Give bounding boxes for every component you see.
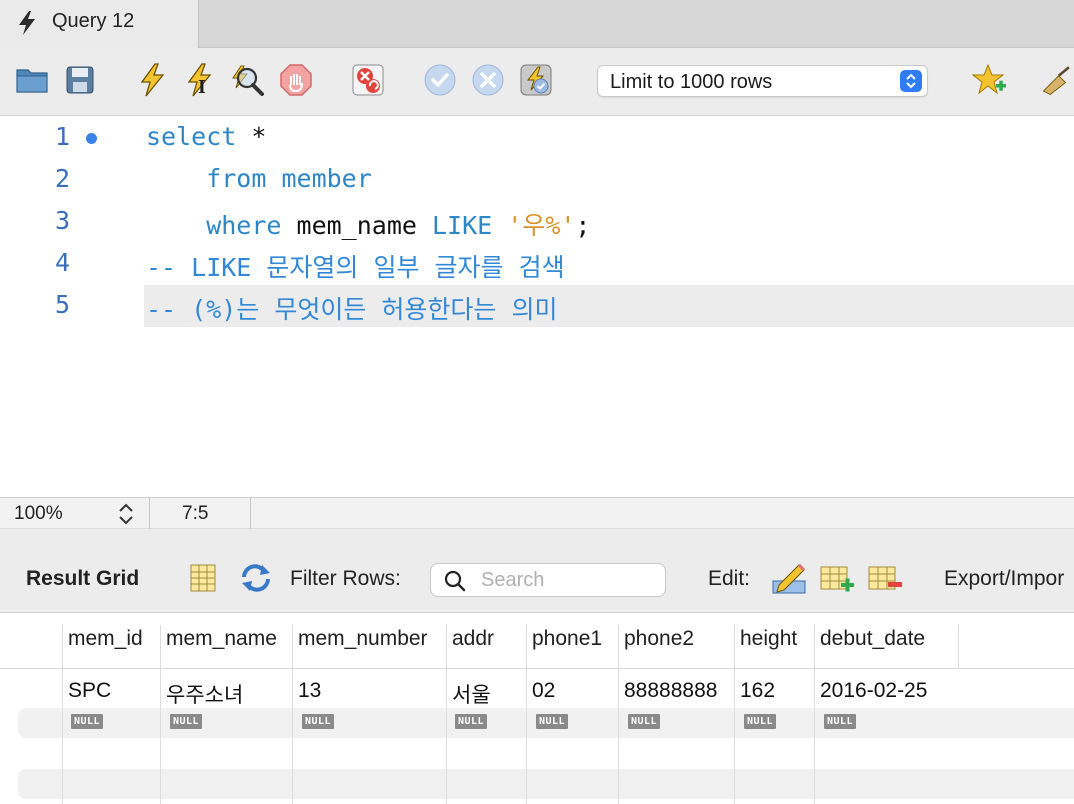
lightning-icon (16, 10, 38, 41)
code-line-1[interactable]: select * (146, 122, 266, 151)
code-line-3[interactable]: where mem_name LIKE '우%'; (146, 206, 590, 242)
keyword-token: select (146, 122, 237, 151)
column-header[interactable]: debut_date (820, 627, 925, 651)
column-divider (814, 625, 815, 804)
string-token: '우%' (507, 211, 576, 240)
bookmark-star-icon[interactable] (972, 62, 1008, 98)
column-header[interactable]: phone2 (624, 627, 694, 651)
zoom-level: 100% (14, 503, 63, 524)
table-cell[interactable]: 우주소녀 (166, 679, 243, 709)
column-header[interactable]: mem_id (68, 627, 143, 651)
null-badge[interactable]: NULL (536, 714, 569, 729)
execute-icon[interactable] (134, 62, 170, 98)
editor-status-bar: 100% 7:5 (0, 497, 1074, 529)
commit-icon[interactable] (422, 62, 458, 98)
line-number: 1 (54, 122, 70, 151)
column-divider (526, 625, 527, 804)
column-divider (618, 625, 619, 804)
edit-pencil-icon[interactable] (771, 563, 807, 600)
line-number: 4 (54, 248, 70, 277)
column-divider (160, 625, 161, 804)
column-divider (734, 625, 735, 804)
column-header[interactable]: addr (452, 627, 494, 651)
statement-marker-icon (86, 133, 97, 144)
column-header[interactable]: height (740, 627, 797, 651)
table-cell[interactable]: 162 (740, 679, 775, 703)
svg-text:I: I (198, 76, 206, 97)
null-badge[interactable]: NULL (71, 714, 104, 729)
code-line-2[interactable]: from member (146, 164, 372, 193)
edit-label: Edit: (708, 567, 751, 590)
code-token: mem_name (281, 211, 432, 240)
line-number: 3 (54, 206, 70, 235)
table-cell[interactable]: 88888888 (624, 679, 717, 703)
sql-toolbar: I Limit to 1000 rows (0, 48, 1074, 116)
cursor-position: 7:5 (182, 503, 209, 524)
rollback-icon[interactable] (470, 62, 506, 98)
export-import-label[interactable]: Export/Impor (944, 567, 1064, 591)
filter-rows-label: Filter Rows: (290, 567, 401, 590)
divider (250, 498, 251, 529)
column-divider (292, 625, 293, 804)
line-number: 5 (54, 290, 70, 319)
delete-row-icon[interactable] (867, 563, 903, 600)
result-grid[interactable]: mem_id mem_name mem_number addr phone1 p… (0, 613, 1074, 804)
stop-icon[interactable] (278, 62, 314, 98)
comment-token: -- LIKE 문자열의 일부 글자를 검색 (146, 253, 565, 282)
column-divider (958, 625, 959, 669)
save-icon[interactable] (62, 62, 98, 98)
column-divider (62, 625, 63, 804)
column-form-icon[interactable] (189, 563, 217, 598)
limit-rows-select[interactable]: Limit to 1000 rows (597, 65, 928, 97)
execute-current-icon[interactable]: I (181, 62, 217, 98)
divider (149, 498, 150, 529)
null-badge[interactable]: NULL (302, 714, 335, 729)
code-line-4[interactable]: -- LIKE 문자열의 일부 글자를 검색 (146, 248, 565, 284)
null-badge[interactable]: NULL (744, 714, 777, 729)
code-token: ; (575, 211, 591, 240)
table-cell[interactable]: 2016-02-25 (820, 679, 927, 703)
keyword-token: LIKE (431, 211, 493, 240)
result-grid-tab[interactable]: Result Grid (26, 567, 139, 591)
table-cell[interactable]: 13 (298, 679, 321, 703)
keyword-token: where (146, 211, 282, 240)
zoom-stepper-icon[interactable] (117, 501, 135, 532)
null-badge[interactable]: NULL (455, 714, 488, 729)
table-cell[interactable]: SPC (68, 679, 111, 703)
table-cell[interactable]: 서울 (452, 679, 491, 709)
add-row-icon[interactable] (819, 563, 855, 600)
null-badge[interactable]: NULL (824, 714, 857, 729)
column-header[interactable]: phone1 (532, 627, 602, 651)
sql-editor[interactable]: 1 2 3 4 5 select * from member where mem… (0, 117, 1074, 497)
beautify-brush-icon[interactable] (1040, 62, 1074, 98)
null-badge[interactable]: NULL (628, 714, 661, 729)
open-folder-icon[interactable] (14, 62, 50, 98)
result-toolbar: Result Grid Filter Rows: Edit: Export/Im… (0, 529, 1074, 613)
column-header[interactable]: mem_name (166, 627, 277, 651)
explain-icon[interactable] (229, 62, 265, 98)
table-cell[interactable]: 02 (532, 679, 555, 703)
search-input[interactable] (481, 568, 651, 592)
filter-search-field[interactable] (430, 563, 666, 597)
tab-title: Query 12 (52, 10, 135, 32)
line-number: 2 (54, 164, 70, 193)
row-stripe (18, 769, 1074, 799)
column-header[interactable]: mem_number (298, 627, 428, 651)
tab-bar: Query 12 (0, 0, 1074, 48)
refresh-icon[interactable] (238, 563, 274, 598)
null-badge[interactable]: NULL (170, 714, 203, 729)
grid-header-row: mem_id mem_name mem_number addr phone1 p… (0, 613, 1074, 669)
search-icon (443, 569, 467, 598)
autocommit-icon[interactable] (518, 62, 554, 98)
limit-rows-value: Limit to 1000 rows (610, 71, 773, 93)
column-divider (446, 625, 447, 804)
chevron-updown-icon (900, 70, 922, 92)
code-line-5[interactable]: -- (%)는 무엇이든 허용한다는 의미 (146, 290, 557, 326)
query-tab[interactable]: Query 12 (0, 0, 199, 48)
toggle-error-icon[interactable] (350, 62, 386, 98)
code-token: * (236, 122, 267, 151)
keyword-token: from member (146, 164, 372, 193)
comment-token: -- (%)는 무엇이든 허용한다는 의미 (146, 295, 558, 324)
